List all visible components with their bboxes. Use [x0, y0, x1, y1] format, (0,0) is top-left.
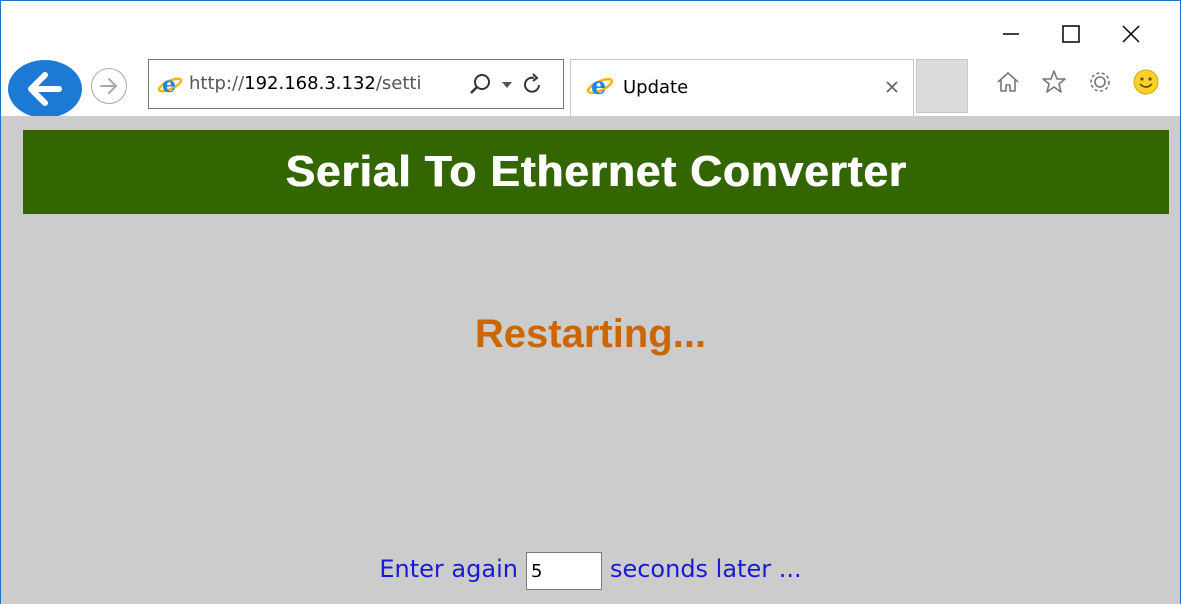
svg-text:e: e	[162, 72, 176, 98]
back-button[interactable]	[8, 60, 82, 118]
toolbar-icons	[990, 64, 1164, 100]
page-title: Serial To Ethernet Converter	[285, 147, 907, 196]
forward-arrow-icon	[100, 78, 117, 94]
navigation-bar: e http://192.168.3.132/setti e Update	[0, 56, 1181, 118]
close-icon[interactable]	[1101, 14, 1161, 54]
ie-logo-icon: e	[157, 72, 183, 98]
address-bar[interactable]: e http://192.168.3.132/setti	[148, 59, 564, 109]
feedback-smiley-icon[interactable]	[1128, 64, 1164, 100]
search-icon[interactable]	[469, 72, 493, 96]
retry-line: Enter again seconds later ...	[0, 548, 1181, 590]
window-controls	[981, 14, 1161, 54]
address-url[interactable]: http://192.168.3.132/setti	[189, 73, 449, 94]
svg-text:e: e	[591, 72, 606, 100]
close-tab-icon[interactable]	[883, 78, 901, 96]
home-icon[interactable]	[990, 64, 1026, 100]
header-banner: Serial To Ethernet Converter	[23, 130, 1169, 214]
browser-window: e http://192.168.3.132/setti e Update Se…	[0, 0, 1181, 604]
ie-logo-icon: e	[586, 72, 614, 100]
forward-button[interactable]	[91, 68, 127, 104]
minimize-icon[interactable]	[981, 14, 1041, 54]
maximize-icon[interactable]	[1041, 14, 1101, 54]
refresh-icon[interactable]	[521, 72, 545, 96]
tab-update[interactable]: e Update	[570, 59, 914, 117]
status-message: Restarting...	[474, 312, 707, 356]
new-tab-button[interactable]	[916, 59, 968, 113]
favorites-star-icon[interactable]	[1036, 64, 1072, 100]
retry-prefix-label: Enter again	[379, 555, 518, 583]
retry-suffix-label: seconds later ...	[609, 555, 802, 583]
retry-seconds-input[interactable]	[525, 552, 602, 590]
tab-title: Update	[623, 77, 689, 98]
settings-gear-icon[interactable]	[1082, 64, 1118, 100]
chevron-down-icon[interactable]	[501, 80, 513, 90]
back-arrow-icon	[28, 72, 62, 106]
page-content: Serial To Ethernet Converter Restarting.…	[0, 116, 1181, 604]
